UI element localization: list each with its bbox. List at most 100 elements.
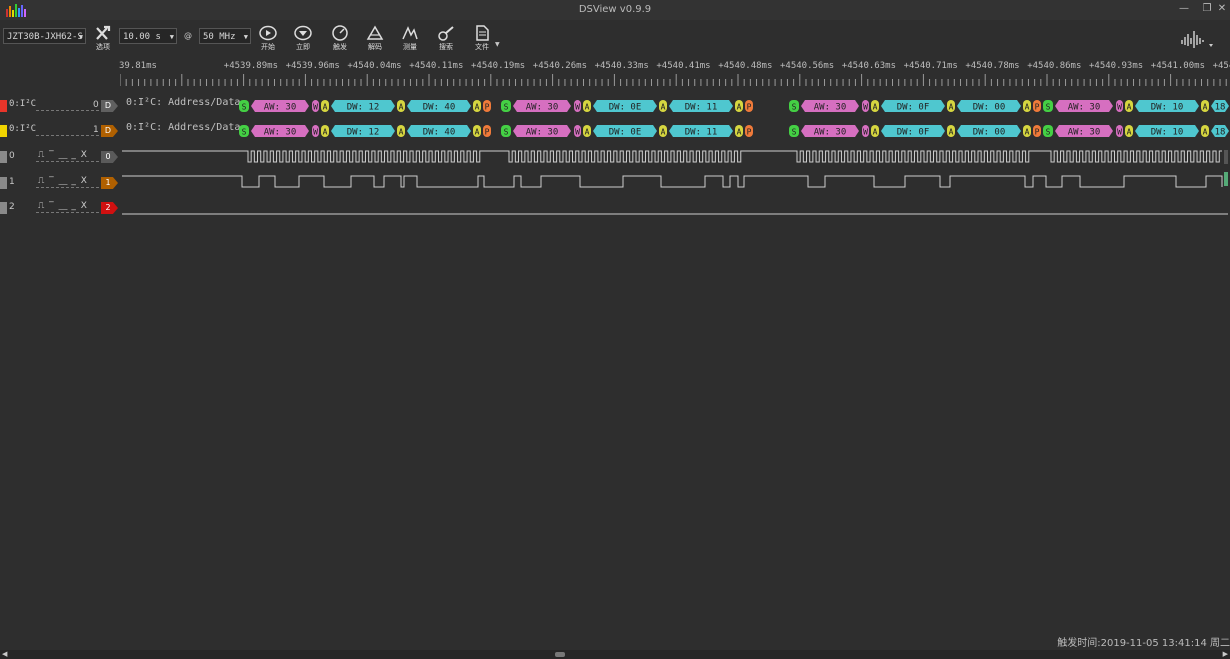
decoded-rw-segment: W [862,100,869,112]
decoded-stop-segment: P [745,125,753,137]
digital-waveform [122,175,1223,188]
segment-label: A [585,128,590,137]
decoded-ack-segment: A [583,125,591,137]
decoded-data-segment: 18 [1211,125,1229,138]
decoded-data-segment: DW: 10 [1135,100,1199,113]
decoded-ack-segment: A [659,100,667,112]
decoded-data-segment: DW: 0E [593,100,657,113]
trigger-time-status: 触发时间:2019-11-05 13:41:14 周二 [1057,638,1230,649]
decoded-address-segment: AW: 30 [251,125,309,138]
decoded-ack-segment: A [871,100,879,112]
segment-label: P [747,103,752,112]
segment-label: A [399,103,404,112]
segment-label: DW: 12 [347,128,380,138]
decoded-rw-segment: W [862,125,869,137]
segment-label: S [242,128,247,137]
decoded-rw-segment: W [1116,100,1123,112]
horizontal-scrollbar[interactable]: ◀ ▶ [0,650,1230,659]
decoded-address-segment: AW: 30 [801,100,859,113]
decoded-rw-segment: W [312,100,319,112]
segment-label: A [1203,103,1208,112]
decoded-rw-segment: W [1116,125,1123,137]
decoded-ack-segment: A [1201,100,1209,112]
decoded-ack-segment: A [871,125,879,137]
segment-label: DW: 12 [347,103,380,113]
decoded-ack-segment: A [1023,100,1031,112]
segment-label: DW: 0E [609,128,642,138]
decoded-ack-segment: A [583,100,591,112]
scroll-right-icon[interactable]: ▶ [1223,650,1228,658]
decoded-address-segment: AW: 30 [1055,125,1113,138]
segment-label: S [1046,128,1051,137]
segment-label: W [575,128,580,137]
segment-label: AW: 30 [814,128,847,138]
decoded-address-segment: AW: 30 [1055,100,1113,113]
scroll-left-icon[interactable]: ◀ [2,650,7,658]
scrollbar-thumb[interactable] [555,652,565,657]
segment-label: DW: 10 [1151,128,1184,138]
segment-label: S [242,103,247,112]
segment-label: DW: 11 [685,103,718,113]
decoded-ack-segment: A [473,125,481,137]
segment-label: A [661,103,666,112]
segment-label: A [737,103,742,112]
segment-label: AW: 30 [526,103,559,113]
segment-label: A [475,128,480,137]
decoded-start-segment: S [239,100,249,112]
segment-label: W [863,128,868,137]
decoded-start-segment: S [789,100,799,112]
segment-label: AW: 30 [1068,128,1101,138]
segment-label: A [737,128,742,137]
segment-label: A [1025,128,1030,137]
decoded-stop-segment: P [483,100,491,112]
decoded-ack-segment: A [1201,125,1209,137]
waveform-canvas[interactable]: S AW: 30 W A DW: 12 A DW: 40 A P S AW: 30 W A DW: 0E A… [0,0,1230,659]
decoded-rw-segment: W [574,125,581,137]
decoded-ack-segment: A [473,100,481,112]
decoded-stop-segment: P [745,100,753,112]
segment-label: P [485,128,490,137]
segment-label: W [1117,128,1122,137]
decoded-stop-segment: P [483,125,491,137]
segment-label: DW: 10 [1151,103,1184,113]
segment-label: A [323,103,328,112]
segment-label: A [399,128,404,137]
decoded-data-segment: 18 [1211,100,1229,113]
decoded-address-segment: AW: 30 [251,100,309,113]
segment-label: DW: 40 [423,128,456,138]
decoded-data-segment: DW: 40 [407,125,471,138]
segment-label: W [313,128,318,137]
decoded-start-segment: S [501,125,511,137]
segment-label: DW: 11 [685,128,718,138]
segment-label: P [1035,103,1040,112]
decoded-data-segment: DW: 00 [957,125,1021,138]
decoded-ack-segment: A [735,125,743,137]
decoded-ack-segment: A [321,100,329,112]
segment-label: DW: 0E [609,103,642,113]
segment-label: DW: 0F [897,128,930,138]
decoded-ack-segment: A [735,100,743,112]
decoded-ack-segment: A [397,100,405,112]
decoded-data-segment: DW: 0F [881,100,945,113]
decoded-start-segment: S [501,100,511,112]
segment-label: P [747,128,752,137]
decoded-stop-segment: P [1033,125,1041,137]
decoded-ack-segment: A [659,125,667,137]
decoded-ack-segment: A [947,100,955,112]
decoded-ack-segment: A [397,125,405,137]
segment-label: A [949,103,954,112]
decoded-start-segment: S [239,125,249,137]
segment-label: P [485,103,490,112]
edge-marker [1224,150,1228,164]
segment-label: DW: 0F [897,103,930,113]
segment-label: W [863,103,868,112]
segment-label: S [504,128,509,137]
edge-marker [1224,172,1228,186]
decoded-stop-segment: P [1033,100,1041,112]
segment-label: A [873,103,878,112]
digital-waveform [122,150,1222,163]
segment-label: AW: 30 [264,128,297,138]
segment-label: A [873,128,878,137]
segment-label: A [1025,103,1030,112]
segment-label: 18 [1215,103,1226,113]
